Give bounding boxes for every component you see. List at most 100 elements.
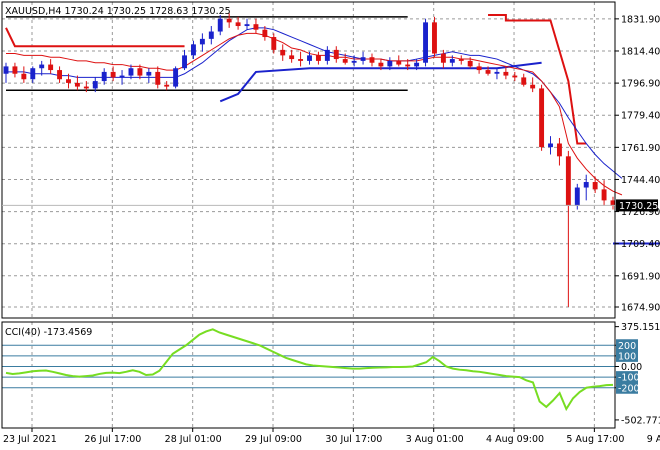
candle [458,55,464,65]
candle-body [146,71,152,76]
cci-plot [5,328,614,412]
candle-body [30,68,36,80]
candle-body [414,62,420,67]
candle-body [378,62,384,67]
candle-body [298,59,304,61]
candle-body [476,66,482,71]
candle-body [512,75,518,78]
candle [244,18,250,30]
candle [423,18,428,67]
candle [12,62,18,78]
candle-body [66,79,71,83]
candle [530,77,536,93]
price-axis-label: 1796.90 [621,79,660,90]
price-pane-frame [1,1,616,319]
cci-axis: 375.15112001000.00-100-200-502.7715 [615,322,660,426]
candle-body [182,55,187,69]
symbol-info-label: XAUUSD,H4 1730.24 1730.25 1728.63 1730.2… [5,6,231,17]
candle-body [467,60,473,67]
candle-body [235,22,241,27]
fast-ma-line [6,32,623,196]
candle-body [137,68,143,76]
candle-body [449,59,455,63]
candle-body [21,73,27,80]
candle-body [253,24,259,30]
candle [101,68,107,85]
cci-axis-label: -502.7715 [621,415,660,426]
candle-body [601,189,607,201]
candle-body [271,37,277,50]
candle-body [396,60,402,65]
stop-line [5,27,185,48]
candle-body [307,55,312,61]
candle [21,66,27,83]
candle-body [387,60,393,67]
candles[interactable] [3,13,616,307]
candle-body [57,70,63,80]
price-axis-label: 1779.40 [621,111,660,122]
time-axis-label: 29 Jul 09:00 [245,434,302,445]
candle [280,44,286,61]
cci-line [5,328,614,412]
candle [289,49,295,63]
candle-body [315,55,321,61]
candle [191,40,196,60]
candle-body [548,143,553,148]
candle-body [405,64,411,67]
candle [30,66,36,83]
candle-body [583,182,589,188]
candle [146,68,152,83]
candle [155,66,161,89]
chart-window[interactable]: 1831.90 1814.40 1796.90 1779.40 1761.90 1744.… [0,0,660,450]
candle [333,46,339,63]
candle-body [289,55,295,60]
candle-body [74,82,80,87]
candle-body [333,49,339,60]
price-axis-label: 1814.40 [621,46,660,57]
candle [298,51,304,67]
candle [583,174,589,201]
current-price-label: 1730.25 [619,201,658,212]
candle-body [119,75,125,78]
candle [556,137,562,166]
candle-body [342,59,348,63]
time-axis-label: 23 Jul 2021 [3,434,57,445]
candle [494,68,500,80]
price-axis-label: 1761.90 [621,143,660,154]
candle-body [244,24,250,27]
candle-body [199,38,205,45]
candle [164,81,170,91]
candle-body [458,59,464,61]
candle-body [92,81,98,89]
candle [440,49,446,69]
cci-grid [2,344,615,389]
candle [199,33,205,52]
candle [173,66,179,89]
candle-body [164,84,170,87]
stop-line [488,14,587,145]
candle-body [226,18,232,23]
candle [110,66,116,82]
candle-body [191,44,196,56]
candle-body [48,64,54,71]
time-axis-label: 30 Jul 17:00 [325,434,382,445]
candle-body [101,71,107,82]
candle-body [360,57,366,61]
candle-body [110,71,116,78]
candle-body [485,70,491,74]
candle-body [574,187,580,206]
time-axis-label: 26 Jul 17:00 [84,434,141,445]
candle [548,136,553,155]
time-axis-label: 5 Aug 17:00 [566,434,624,445]
price-overlays [5,14,660,245]
candle-body [592,182,598,190]
cci-axis-label: -200 [618,383,640,394]
candle [48,59,54,74]
price-axis-label: 1709.40 [621,239,660,250]
candle [539,84,545,151]
price-axis: 1831.90 1814.40 1796.90 1779.40 1761.90 1744.… [615,14,660,314]
cci-axis-label: 100 [618,351,636,362]
candle [324,46,330,65]
price-markers: 1730.25 [2,199,658,212]
candle-body [423,22,428,63]
